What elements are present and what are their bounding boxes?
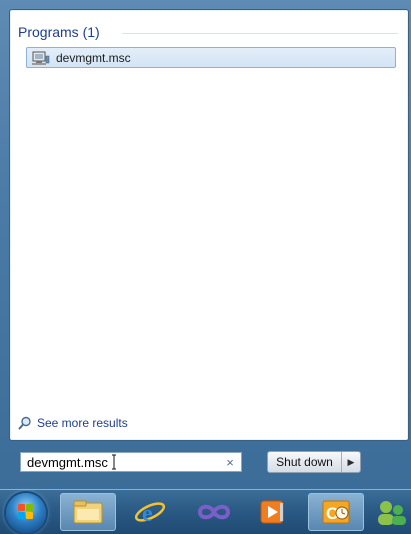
explorer-icon: [73, 500, 103, 524]
shut-down-options-arrow-icon[interactable]: ▶: [341, 452, 360, 472]
svg-text:e: e: [142, 501, 153, 527]
shut-down-label: Shut down: [276, 455, 333, 469]
search-results-panel: Programs (1) devmgmt.msc See more result…: [9, 9, 409, 441]
shut-down-button[interactable]: Shut down ▶: [267, 451, 361, 473]
see-more-results-link[interactable]: See more results: [18, 416, 128, 430]
result-item-devmgmt[interactable]: devmgmt.msc: [26, 47, 396, 68]
clear-search-icon[interactable]: ×: [223, 455, 237, 470]
windows-logo-icon: [18, 504, 34, 520]
people-icon: [377, 501, 406, 525]
result-item-label: devmgmt.msc: [56, 50, 131, 65]
taskbar-visual-studio-button[interactable]: [186, 493, 242, 531]
taskbar: e O: [0, 489, 411, 534]
see-more-label: See more results: [37, 416, 128, 430]
taskbar-outlook-button[interactable]: O: [308, 493, 364, 531]
group-divider: [122, 33, 398, 34]
taskbar-explorer-button[interactable]: [60, 493, 116, 531]
taskbar-internet-explorer-button[interactable]: e: [122, 493, 178, 531]
search-input-text[interactable]: devmgmt.msc: [21, 455, 223, 470]
visual-studio-icon: [197, 504, 231, 520]
management-console-icon: [32, 51, 50, 65]
start-button[interactable]: [6, 493, 46, 533]
programs-group-header[interactable]: Programs (1): [18, 24, 100, 40]
start-menu: Programs (1) devmgmt.msc See more result…: [0, 0, 411, 489]
start-search-input[interactable]: devmgmt.msc ×: [20, 452, 242, 472]
taskbar-people-button[interactable]: [370, 493, 411, 531]
media-player-icon: [260, 500, 284, 524]
text-cursor: [111, 454, 117, 473]
taskbar-media-player-button[interactable]: [244, 493, 300, 531]
internet-explorer-icon: e: [134, 501, 166, 527]
search-icon: [18, 416, 32, 430]
outlook-icon: O: [322, 500, 350, 524]
